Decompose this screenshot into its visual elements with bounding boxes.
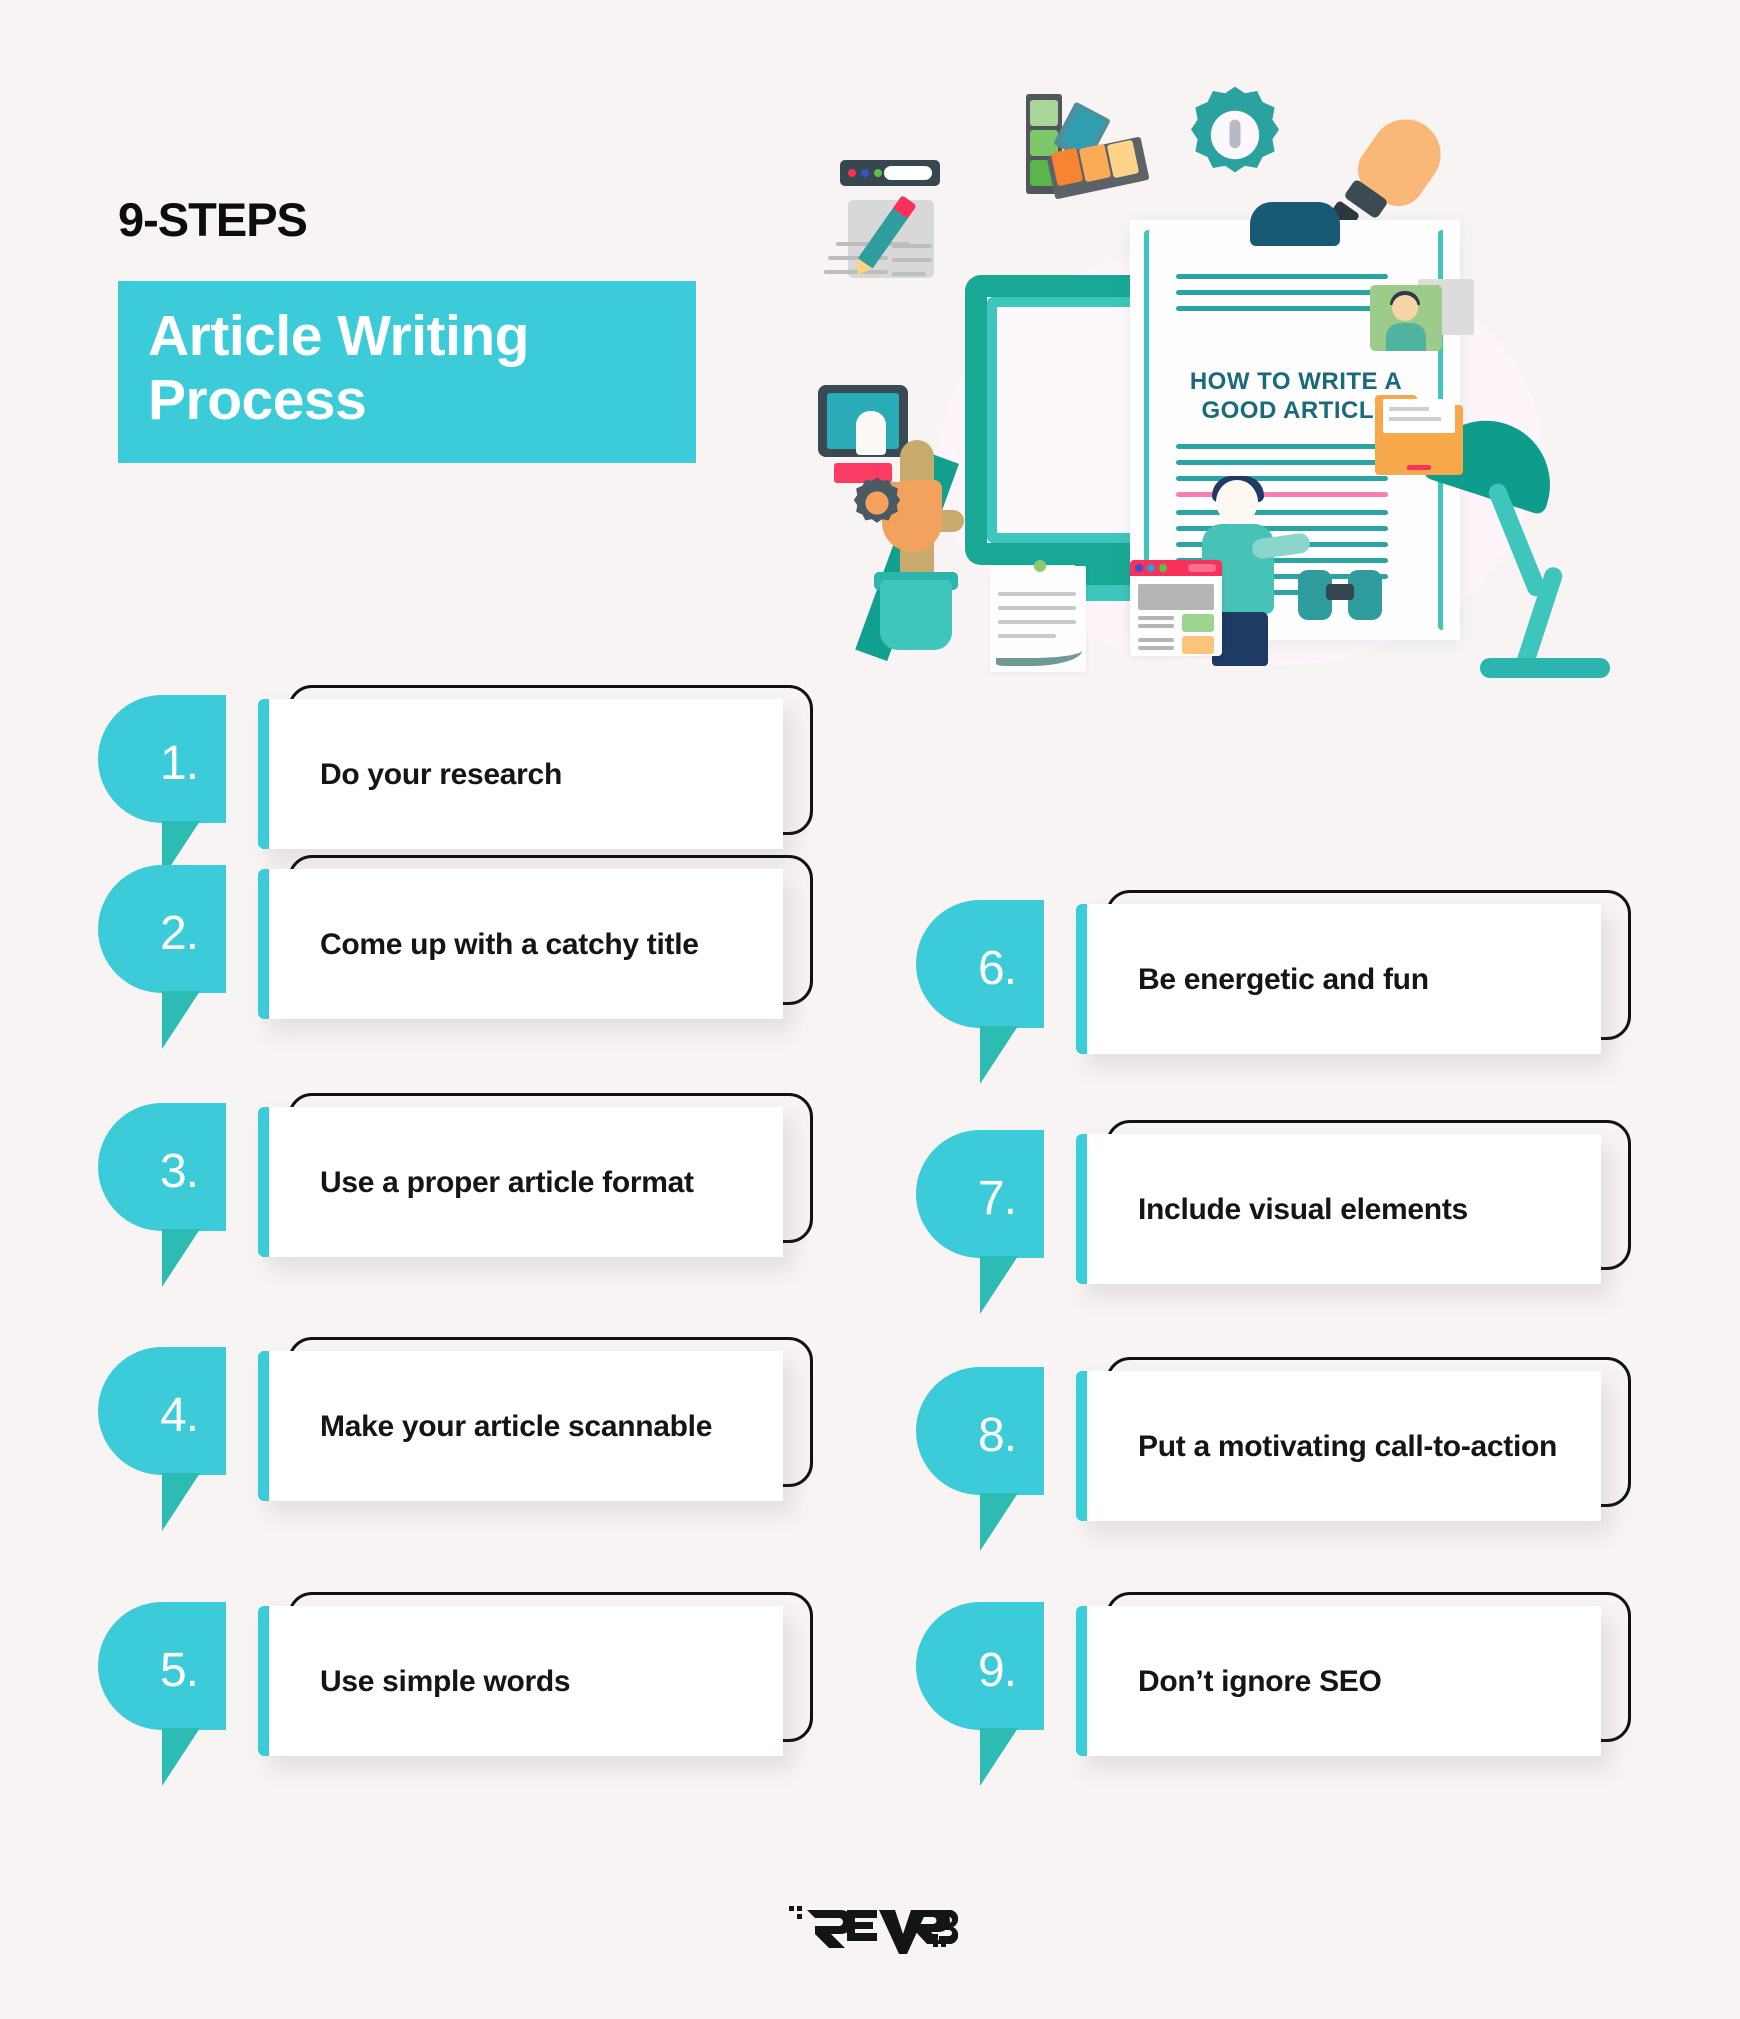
step-card-3[interactable]: 3. Use a proper article format [80, 1093, 813, 1287]
step-text-8: Put a motivating call-to-action [1138, 1429, 1558, 1463]
step-text-4: Make your article scannable [320, 1409, 713, 1443]
card-accent-bar [258, 699, 269, 849]
step-card-8[interactable]: 8. Put a motivating call-to-action [898, 1357, 1631, 1551]
step-number-5: 5. [159, 1643, 199, 1697]
steps-container: 1. Do your research 2. Come up with a ca… [0, 0, 1740, 2019]
card-accent-bar [258, 869, 269, 1019]
card-body: Use a proper article format [258, 1107, 783, 1257]
step-text-2: Come up with a catchy title [320, 927, 699, 961]
step-number-badge-2: 2. [98, 865, 228, 1050]
card-body: Be energetic and fun [1076, 904, 1601, 1054]
step-card-2[interactable]: 2. Come up with a catchy title [80, 855, 813, 1049]
card-body: Use simple words [258, 1606, 783, 1756]
step-number-badge-9: 9. [916, 1602, 1046, 1787]
step-number-badge-7: 7. [916, 1130, 1046, 1315]
step-number-badge-6: 6. [916, 900, 1046, 1085]
infographic-page: 9-STEPS Article Writing Process HOW TO W… [0, 0, 1740, 2019]
step-number-6: 6. [977, 941, 1017, 995]
step-number-badge-4: 4. [98, 1347, 228, 1532]
card-body: Do your research [258, 699, 783, 849]
step-text-6: Be energetic and fun [1138, 962, 1429, 996]
step-card-9[interactable]: 9. Don’t ignore SEO [898, 1592, 1631, 1786]
card-accent-bar [1076, 904, 1087, 1054]
step-card-6[interactable]: 6. Be energetic and fun [898, 890, 1631, 1084]
card-accent-bar [258, 1107, 269, 1257]
step-number-3: 3. [159, 1144, 199, 1198]
step-number-4: 4. [159, 1388, 199, 1442]
step-card-1[interactable]: 1. Do your research [80, 685, 813, 879]
card-accent-bar [1076, 1606, 1087, 1756]
step-number-7: 7. [977, 1171, 1017, 1225]
step-text-9: Don’t ignore SEO [1138, 1664, 1382, 1698]
step-number-1: 1. [159, 736, 199, 790]
card-body: Put a motivating call-to-action [1076, 1371, 1601, 1521]
card-accent-bar [1076, 1134, 1087, 1284]
step-number-badge-8: 8. [916, 1367, 1046, 1552]
card-body: Make your article scannable [258, 1351, 783, 1501]
step-number-9: 9. [977, 1643, 1017, 1697]
step-text-3: Use a proper article format [320, 1165, 694, 1199]
card-accent-bar [1076, 1371, 1087, 1521]
step-card-7[interactable]: 7. Include visual elements [898, 1120, 1631, 1314]
step-text-5: Use simple words [320, 1664, 571, 1698]
card-body: Come up with a catchy title [258, 869, 783, 1019]
footer-logo [0, 1900, 1740, 1961]
step-number-badge-1: 1. [98, 695, 228, 880]
card-accent-bar [258, 1606, 269, 1756]
reverb-logo-icon [788, 1906, 958, 1954]
step-text-1: Do your research [320, 757, 562, 791]
step-card-5[interactable]: 5. Use simple words [80, 1592, 813, 1786]
card-body: Don’t ignore SEO [1076, 1606, 1601, 1756]
step-number-8: 8. [977, 1408, 1017, 1462]
step-number-badge-5: 5. [98, 1602, 228, 1787]
card-accent-bar [258, 1351, 269, 1501]
step-number-2: 2. [159, 906, 199, 960]
step-card-4[interactable]: 4. Make your article scannable [80, 1337, 813, 1531]
step-text-7: Include visual elements [1138, 1192, 1468, 1226]
card-body: Include visual elements [1076, 1134, 1601, 1284]
step-number-badge-3: 3. [98, 1103, 228, 1288]
